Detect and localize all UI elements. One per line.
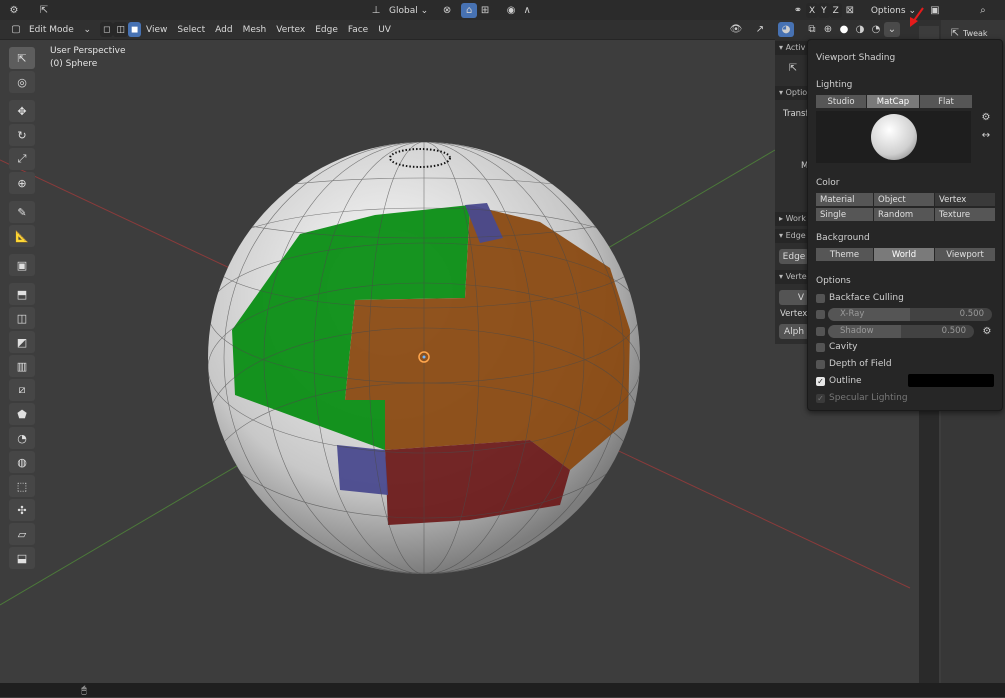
shear-tool[interactable]: ▱	[9, 523, 35, 545]
background-theme[interactable]: Theme	[816, 248, 873, 261]
cavity-label: Cavity	[829, 342, 858, 352]
annotate-tool[interactable]: ✎	[9, 201, 35, 223]
xray-box	[816, 310, 825, 319]
mouse-icon: 🖰	[81, 685, 87, 696]
lighting-studio[interactable]: Studio	[816, 95, 866, 108]
vertex-header[interactable]: ▾ Verte	[775, 270, 810, 284]
bevel-tool[interactable]: ◩	[9, 331, 35, 353]
flip-icon[interactable]: ↔	[978, 128, 994, 143]
xray-slider[interactable]: X-Ray 0.500	[828, 308, 992, 321]
poly-build-tool[interactable]: ⬟	[9, 403, 35, 425]
sidebar-panel: ▾ Activ ⇱ ▾ Optio Transf M ▸ Work ▾ Edge…	[775, 39, 810, 344]
vertex-header-label: Verte	[785, 272, 807, 281]
active-tool-header[interactable]: ▾ Activ	[775, 41, 810, 55]
shrink-fatten-tool[interactable]: ✣	[9, 499, 35, 521]
add-cube-tool[interactable]: ▣	[9, 254, 35, 276]
edge-dropdown[interactable]: Edge	[779, 249, 809, 264]
viewport-shading-popover: Viewport Shading Lighting Studio MatCap …	[807, 39, 1003, 411]
transform-label: Transf	[783, 109, 809, 119]
background-label: Background	[816, 233, 870, 243]
measure-tool[interactable]: 📐	[9, 225, 35, 247]
specular-lighting-label: Specular Lighting	[829, 393, 908, 403]
options-header[interactable]: ▾ Optio	[775, 86, 810, 100]
shadow-slider-value: 0.500	[941, 326, 966, 336]
specular-check-icon: ✓	[816, 393, 825, 403]
xray-slider-value: 0.500	[959, 309, 984, 319]
inset-tool[interactable]: ◫	[9, 307, 35, 329]
color-random[interactable]: Random	[874, 208, 934, 221]
matcap-preview[interactable]	[816, 111, 971, 163]
lighting-matcap[interactable]: MatCap	[867, 95, 919, 108]
tweak-label: Tweak	[963, 29, 988, 38]
edge-slide-tool[interactable]: ⬚	[9, 475, 35, 497]
rotate-tool[interactable]: ↻	[9, 124, 35, 146]
workspace-header[interactable]: ▸ Work	[775, 212, 810, 226]
edge-header-label: Edge	[785, 231, 806, 240]
outline-checkbox[interactable]: ✓ Outline	[816, 376, 862, 386]
workspace-header-label: Work	[785, 214, 806, 223]
backface-culling-box	[816, 293, 825, 303]
color-label: Color	[816, 178, 840, 188]
object-label: (0) Sphere	[50, 59, 98, 69]
color-texture[interactable]: Texture	[935, 208, 995, 221]
color-single[interactable]: Single	[816, 208, 873, 221]
blue-face-bottom	[337, 445, 388, 495]
extrude-tool[interactable]: ⬒	[9, 283, 35, 305]
knife-tool[interactable]: ⧄	[9, 379, 35, 401]
depth-of-field-checkbox[interactable]: Depth of Field	[816, 359, 892, 369]
tool-shelf: ⇱ ◎ ✥ ↻ ⤢ ⊕ ✎ 📐 ▣ ⬒ ◫ ◩ ▥ ⧄ ⬟ ◔ ◍ ⬚ ✣ ▱ …	[7, 45, 37, 571]
shadow-box	[816, 327, 825, 336]
alpha-button[interactable]: Alph	[779, 324, 809, 339]
matcap-sphere	[871, 114, 917, 160]
color-selector-row1: Material Object Vertex	[816, 193, 996, 206]
xray-slider-label: X-Ray	[840, 309, 865, 319]
perspective-label: User Perspective	[50, 46, 126, 56]
spin-tool[interactable]: ◔	[9, 427, 35, 449]
popover-title: Viewport Shading	[816, 53, 896, 63]
backface-culling-checkbox[interactable]: Backface Culling	[816, 293, 904, 303]
options-section-label: Options	[816, 276, 851, 286]
vertex-label: Vertex	[780, 309, 808, 319]
sphere-mesh	[208, 142, 640, 574]
vertex-button[interactable]: V	[779, 290, 809, 305]
move-tool[interactable]: ✥	[9, 100, 35, 122]
shadow-slider[interactable]: Shadow 0.500	[828, 325, 974, 338]
lighting-flat[interactable]: Flat	[920, 95, 972, 108]
lighting-selector: Studio MatCap Flat	[816, 95, 973, 108]
cursor-tool[interactable]: ◎	[9, 71, 35, 93]
depth-of-field-label: Depth of Field	[829, 359, 892, 369]
shadow-slider-label: Shadow	[840, 326, 874, 336]
depth-of-field-box	[816, 359, 825, 369]
smooth-tool[interactable]: ◍	[9, 451, 35, 473]
shadow-settings-gear-icon[interactable]: ⚙	[979, 324, 995, 339]
outline-check-icon: ✓	[816, 376, 825, 386]
active-tool-icon: ⇱	[788, 63, 798, 74]
color-selector-row2: Single Random Texture	[816, 208, 996, 221]
viewport-info: User Perspective (0) Sphere	[50, 45, 126, 71]
specular-lighting-checkbox[interactable]: ✓ Specular Lighting	[816, 393, 908, 403]
cavity-box	[816, 342, 825, 352]
transform-tool[interactable]: ⊕	[9, 172, 35, 194]
edge-header[interactable]: ▾ Edge	[775, 229, 810, 243]
lighting-label: Lighting	[816, 80, 853, 90]
active-tool-label: Activ	[785, 43, 806, 52]
cavity-checkbox[interactable]: Cavity	[816, 342, 857, 352]
color-object[interactable]: Object	[874, 193, 934, 206]
options-header-label: Optio	[785, 88, 808, 97]
status-bar: 🖰	[0, 683, 1005, 697]
select-box-tool[interactable]: ⇱	[9, 47, 35, 69]
backface-culling-label: Backface Culling	[829, 293, 904, 303]
gear-icon[interactable]: ⚙	[978, 110, 994, 125]
outline-color-swatch[interactable]	[908, 374, 994, 387]
background-viewport[interactable]: Viewport	[935, 248, 995, 261]
scale-tool[interactable]: ⤢	[9, 148, 35, 170]
color-vertex[interactable]: Vertex	[935, 193, 995, 206]
background-selector: Theme World Viewport	[816, 248, 996, 261]
loop-cut-tool[interactable]: ▥	[9, 355, 35, 377]
background-world[interactable]: World	[874, 248, 934, 261]
color-material[interactable]: Material	[816, 193, 873, 206]
outline-label: Outline	[829, 376, 862, 386]
rip-tool[interactable]: ⬓	[9, 547, 35, 569]
